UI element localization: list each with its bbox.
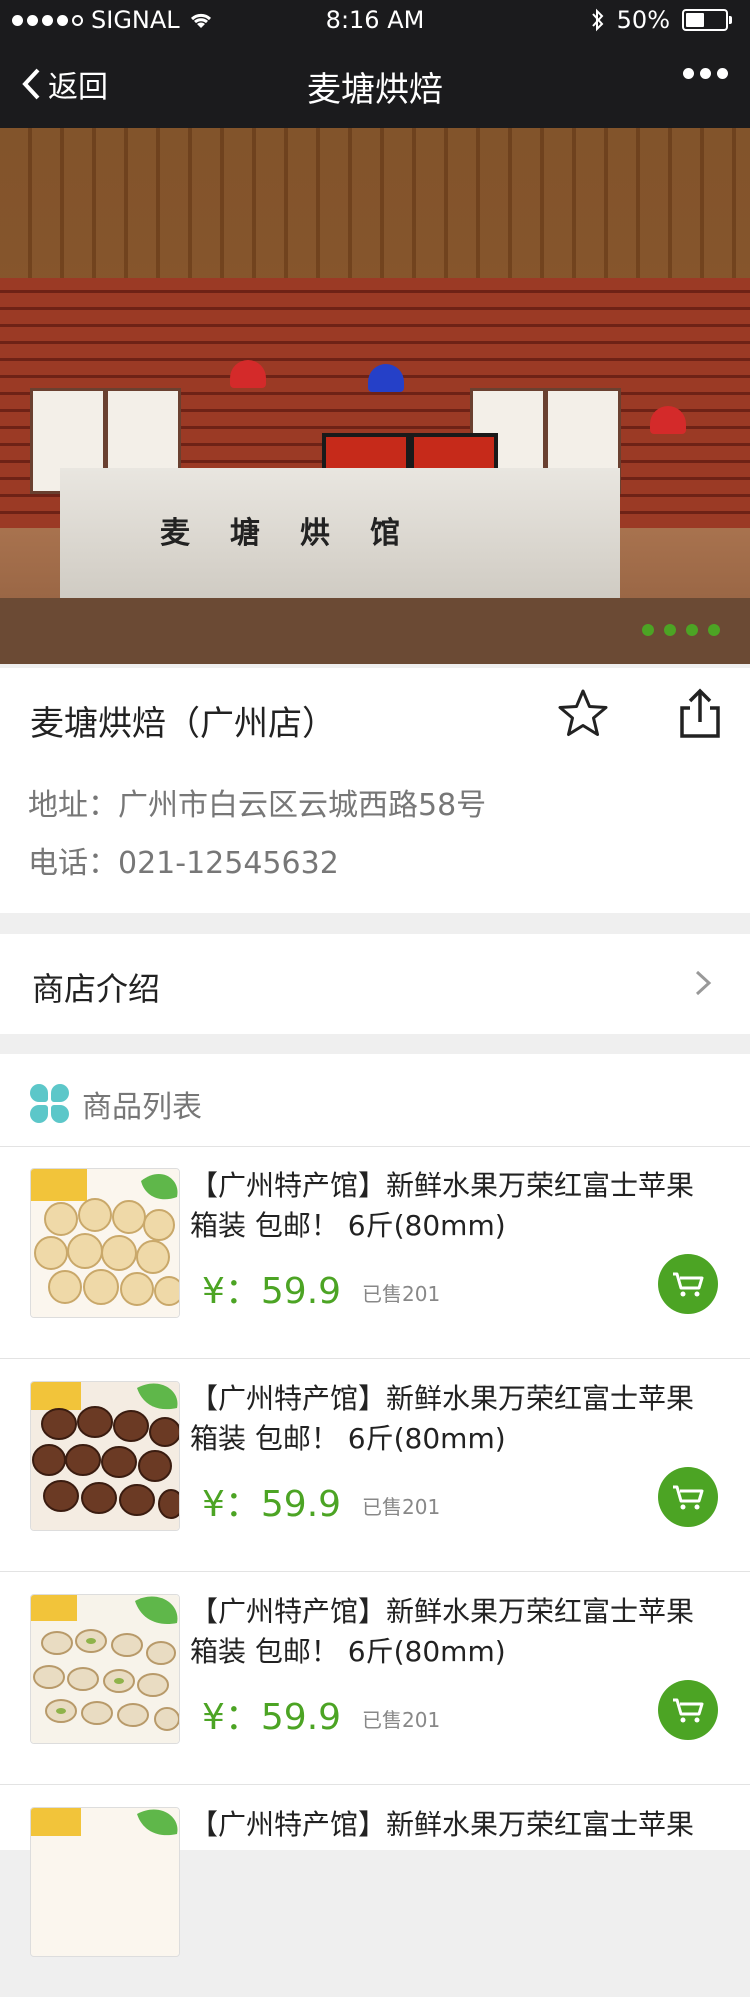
- store-banner-image[interactable]: 麦塘烘馆: [0, 128, 750, 664]
- product-item[interactable]: 【广州特产馆】新鲜水果万荣红富士苹果箱装 包邮！ 6斤(80mm) ¥：59.9…: [0, 1359, 750, 1572]
- product-sold-count: 已售201: [362, 1282, 441, 1306]
- product-thumbnail-image[interactable]: [30, 1594, 180, 1744]
- add-to-cart-button[interactable]: [658, 1467, 718, 1527]
- nuts-icon: [31, 1808, 179, 1956]
- grid-icon: [30, 1084, 70, 1124]
- chevron-right-icon: [695, 970, 712, 996]
- add-to-cart-button[interactable]: [658, 1254, 718, 1314]
- share-icon[interactable]: [672, 686, 728, 742]
- battery-percent: 50%: [616, 6, 670, 34]
- bluetooth-icon: [591, 8, 604, 32]
- banner-ceiling: [0, 128, 750, 298]
- carousel-indicators[interactable]: [642, 624, 720, 636]
- product-title[interactable]: 【广州特产馆】新鲜水果万荣红富士苹果: [190, 1805, 710, 1845]
- product-sold-count: 已售201: [362, 1495, 441, 1519]
- more-dot-icon: [683, 68, 694, 79]
- status-bar: SIGNAL 8:16 AM 50%: [0, 0, 750, 40]
- product-list-title: 商品列表: [82, 1090, 202, 1125]
- store-info-card: 麦塘烘焙（广州店） 地址：广州市白云区云城西路58号 电话：021-125456…: [0, 668, 750, 913]
- indicator-dot[interactable]: [642, 624, 654, 636]
- indicator-dot[interactable]: [708, 624, 720, 636]
- banner-floor: [0, 598, 750, 664]
- page-title: 麦塘烘焙: [307, 70, 443, 110]
- store-name: 麦塘烘焙（广州店）: [30, 704, 336, 744]
- pendant-lamp: [368, 364, 404, 392]
- pistachio-nuts-icon: [31, 1595, 179, 1743]
- pecan-nuts-icon: [31, 1382, 179, 1530]
- product-sold-count: 已售201: [362, 1708, 441, 1732]
- store-address: 地址：广州市白云区云城西路58号: [28, 788, 487, 823]
- indicator-dot[interactable]: [664, 624, 676, 636]
- store-phone[interactable]: 电话：021-12545632: [28, 838, 339, 882]
- product-thumbnail-image[interactable]: [30, 1807, 180, 1957]
- product-item[interactable]: 【广州特产馆】新鲜水果万荣红富士苹果箱装 包邮！ 6斤(80mm) ¥：59.9…: [0, 1572, 750, 1785]
- product-item[interactable]: 【广州特产馆】新鲜水果万荣红富士苹果: [0, 1785, 750, 1997]
- cart-icon: [673, 1272, 704, 1297]
- product-title[interactable]: 【广州特产馆】新鲜水果万荣红富士苹果箱装 包邮！ 6斤(80mm): [190, 1592, 710, 1672]
- product-thumbnail-image[interactable]: [30, 1381, 180, 1531]
- product-price: ¥：59.9: [202, 1697, 342, 1738]
- nav-bar: 返回 麦塘烘焙: [0, 40, 750, 128]
- pendant-lamp: [230, 360, 266, 388]
- pendant-lamp: [650, 406, 686, 434]
- product-item[interactable]: 【广州特产馆】新鲜水果万荣红富士苹果箱装 包邮！ 6斤(80mm) ¥：59.9…: [0, 1146, 750, 1359]
- store-intro-label: 商店介绍: [32, 970, 161, 1008]
- battery-icon: [682, 9, 732, 31]
- product-title[interactable]: 【广州特产馆】新鲜水果万荣红富士苹果箱装 包邮！ 6斤(80mm): [190, 1166, 710, 1246]
- product-list: 商品列表 【广州特产馆】新鲜水果万荣红富士苹果箱装 包邮！ 6斤(80mm) ¥…: [0, 1054, 750, 1957]
- favorite-star-icon[interactable]: [555, 686, 611, 742]
- cart-icon: [673, 1485, 704, 1510]
- product-price: ¥：59.9: [202, 1271, 342, 1312]
- product-list-header: 商品列表: [0, 1054, 750, 1147]
- indicator-dot[interactable]: [686, 624, 698, 636]
- counter-sign: 麦塘烘馆: [160, 516, 440, 551]
- more-menu-button[interactable]: [683, 68, 728, 79]
- macadamia-nuts-icon: [31, 1169, 179, 1317]
- store-intro-row[interactable]: 商店介绍: [0, 934, 750, 1034]
- product-price: ¥：59.9: [202, 1484, 342, 1525]
- product-thumbnail-image[interactable]: [30, 1168, 180, 1318]
- product-title[interactable]: 【广州特产馆】新鲜水果万荣红富士苹果箱装 包邮！ 6斤(80mm): [190, 1379, 710, 1459]
- cart-icon: [673, 1698, 704, 1723]
- add-to-cart-button[interactable]: [658, 1680, 718, 1740]
